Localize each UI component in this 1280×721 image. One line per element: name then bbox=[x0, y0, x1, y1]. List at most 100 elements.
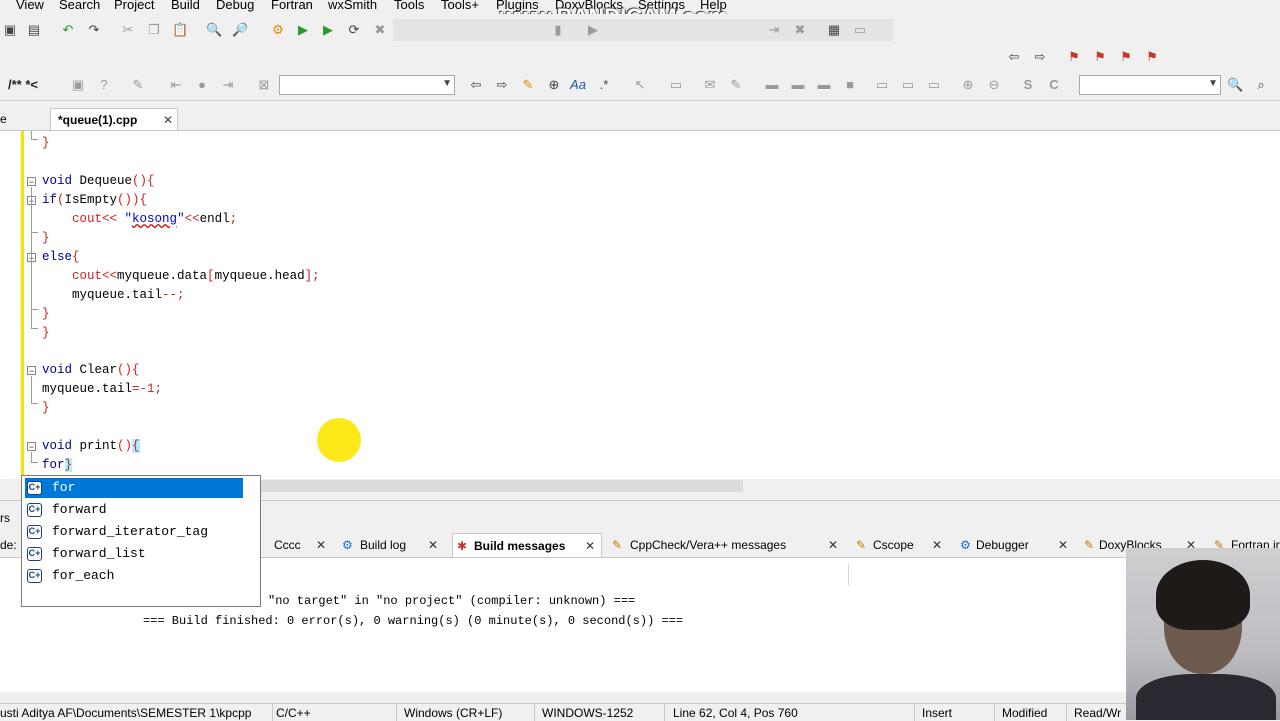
pointer-icon[interactable]: ↖ bbox=[632, 77, 648, 93]
wizard-icon[interactable]: ▣ bbox=[70, 77, 86, 93]
fold-toggle[interactable]: − bbox=[27, 177, 36, 187]
debug-run-icon[interactable]: ▶ bbox=[585, 22, 601, 38]
doc-comment-button[interactable]: /** *< bbox=[8, 77, 38, 92]
close-icon[interactable]: ✕ bbox=[163, 109, 173, 131]
save-icon[interactable]: ▣ bbox=[2, 22, 18, 38]
autocomplete-item[interactable]: C+ forward_iterator_tag bbox=[25, 522, 243, 542]
build-run-icon[interactable]: ▶ bbox=[320, 22, 336, 38]
menu-search[interactable]: Search bbox=[59, 0, 100, 12]
bookmark-toggle-icon[interactable]: ⚑ bbox=[1066, 49, 1082, 65]
change-bar bbox=[21, 131, 24, 480]
menu-tools-plus[interactable]: Tools+ bbox=[441, 0, 479, 12]
note-icon[interactable]: ✎ bbox=[728, 77, 744, 93]
shape2-icon[interactable]: ▭ bbox=[900, 77, 916, 93]
bookmark-prev-icon[interactable]: ⚑ bbox=[1092, 49, 1108, 65]
tab-cccc[interactable]: Cccc ✕ bbox=[262, 533, 332, 557]
build-gear-icon[interactable]: ⚙ bbox=[270, 22, 286, 38]
copy-icon[interactable]: ❐ bbox=[146, 22, 162, 38]
code-line: cout<<myqueue.data[myqueue.head]; bbox=[72, 269, 320, 283]
tab-build-log[interactable]: ⚙ Build log ✕ bbox=[340, 533, 444, 557]
asterisk-icon[interactable]: .* bbox=[596, 77, 612, 93]
debug-step-icon[interactable]: ⇥ bbox=[766, 22, 782, 38]
close-icon[interactable]: ✕ bbox=[828, 533, 838, 557]
save-all-icon[interactable]: ▤ bbox=[26, 22, 42, 38]
tab-build-messages[interactable]: ✱ Build messages ✕ bbox=[452, 533, 602, 557]
fold-line bbox=[31, 452, 32, 462]
close-icon[interactable]: ✕ bbox=[1058, 533, 1068, 557]
paste-icon[interactable]: 📋 bbox=[172, 22, 188, 38]
block3-icon[interactable]: ▬ bbox=[816, 77, 832, 93]
step-back-icon[interactable]: ⇤ bbox=[168, 77, 184, 93]
search-icon[interactable]: 🔍 bbox=[1227, 77, 1243, 93]
c-icon[interactable]: C bbox=[1046, 77, 1062, 93]
block1-icon[interactable]: ▬ bbox=[764, 77, 780, 93]
menu-wxsmith[interactable]: wxSmith bbox=[328, 0, 377, 12]
cut-icon[interactable]: ✂ bbox=[120, 22, 136, 38]
rect-icon[interactable]: ▭ bbox=[668, 77, 684, 93]
zoom-in-icon[interactable]: ⊕ bbox=[960, 77, 976, 93]
tab-cscope[interactable]: ✎ Cscope ✕ bbox=[854, 533, 949, 557]
menu-build[interactable]: Build bbox=[171, 0, 200, 12]
block4-icon[interactable]: ■ bbox=[842, 77, 858, 93]
replace-icon[interactable]: 🔎 bbox=[232, 22, 248, 38]
tab-queue-cpp[interactable]: *queue(1).cpp ✕ bbox=[50, 108, 178, 130]
arrow-left-icon[interactable]: ⇦ bbox=[468, 77, 484, 93]
jump-forward-icon[interactable]: ⇨ bbox=[1032, 49, 1048, 65]
envelope-icon[interactable]: ✉ bbox=[702, 77, 718, 93]
menu-project[interactable]: Project bbox=[114, 0, 154, 12]
dot-icon[interactable]: ● bbox=[194, 77, 210, 93]
shape3-icon[interactable]: ▭ bbox=[926, 77, 942, 93]
code-line: void Dequeue(){ bbox=[42, 174, 155, 188]
autocomplete-item[interactable]: C+ forward_list bbox=[25, 544, 243, 564]
menu-debug[interactable]: Debug bbox=[216, 0, 254, 12]
menu-tools[interactable]: Tools bbox=[394, 0, 424, 12]
debug-icon[interactable]: ▮ bbox=[550, 22, 566, 38]
shape1-icon[interactable]: ▭ bbox=[874, 77, 890, 93]
tab-start-partial[interactable]: e bbox=[0, 108, 48, 130]
undo-icon[interactable]: ↶ bbox=[60, 22, 76, 38]
bookmark-clear-icon[interactable]: ⚑ bbox=[1144, 49, 1160, 65]
jump-back-icon[interactable]: ⇦ bbox=[1006, 49, 1022, 65]
tab-debugger[interactable]: ⚙ Debugger ✕ bbox=[958, 533, 1076, 557]
menu-fortran[interactable]: Fortran bbox=[271, 0, 313, 12]
arrow-right-icon[interactable]: ⇨ bbox=[494, 77, 510, 93]
block2-icon[interactable]: ▬ bbox=[790, 77, 806, 93]
close-icon[interactable]: ✕ bbox=[932, 533, 942, 557]
tab-cppcheck[interactable]: ✎ CppCheck/Vera++ messages ✕ bbox=[610, 533, 845, 557]
build-target-area bbox=[393, 19, 893, 41]
code-line: } bbox=[42, 307, 50, 321]
bookmark-next-icon[interactable]: ⚑ bbox=[1118, 49, 1134, 65]
s-icon[interactable]: S bbox=[1020, 77, 1036, 93]
scrollbar-thumb[interactable] bbox=[260, 480, 743, 492]
select-icon[interactable]: ⊕ bbox=[546, 77, 562, 93]
highlight-icon[interactable]: ✎ bbox=[520, 77, 536, 93]
menu-view[interactable]: View bbox=[16, 0, 44, 12]
search-combo[interactable]: ▼ bbox=[1079, 75, 1221, 95]
close-icon[interactable]: ✕ bbox=[316, 533, 326, 557]
search-replace-icon[interactable]: ⌕ bbox=[1253, 77, 1269, 93]
abort-icon[interactable]: ✖ bbox=[372, 22, 388, 38]
autocomplete-item[interactable]: C+ forward bbox=[25, 500, 243, 520]
fold-toggle[interactable]: − bbox=[27, 442, 36, 452]
find-icon[interactable]: 🔍 bbox=[206, 22, 222, 38]
step-forward-icon[interactable]: ⇥ bbox=[220, 77, 236, 93]
close-icon[interactable]: ✕ bbox=[585, 534, 595, 558]
various-info-icon[interactable]: ▭ bbox=[852, 22, 868, 38]
scope-combo[interactable]: ▼ bbox=[279, 75, 455, 95]
close-icon[interactable]: ✕ bbox=[428, 533, 438, 557]
debug-windows-icon[interactable]: ▦ bbox=[826, 22, 842, 38]
help-icon[interactable]: ? bbox=[96, 77, 112, 93]
tools-icon: ✱ bbox=[457, 539, 468, 553]
autocomplete-item[interactable]: C+ for_each bbox=[25, 566, 243, 586]
clear-icon[interactable]: ⊠ bbox=[256, 77, 272, 93]
autocomplete-item[interactable]: C+ for bbox=[25, 478, 243, 498]
fold-toggle[interactable]: − bbox=[27, 366, 36, 376]
text-icon[interactable]: Aa bbox=[570, 77, 586, 93]
rebuild-icon[interactable]: ⟳ bbox=[346, 22, 362, 38]
redo-icon[interactable]: ↷ bbox=[86, 22, 102, 38]
run-icon[interactable]: ▶ bbox=[295, 22, 311, 38]
code-editor[interactable] bbox=[0, 131, 1280, 480]
debug-stop-icon[interactable]: ✖ bbox=[792, 22, 808, 38]
tools-icon[interactable]: ✎ bbox=[130, 77, 146, 93]
zoom-out-icon[interactable]: ⊖ bbox=[986, 77, 1002, 93]
